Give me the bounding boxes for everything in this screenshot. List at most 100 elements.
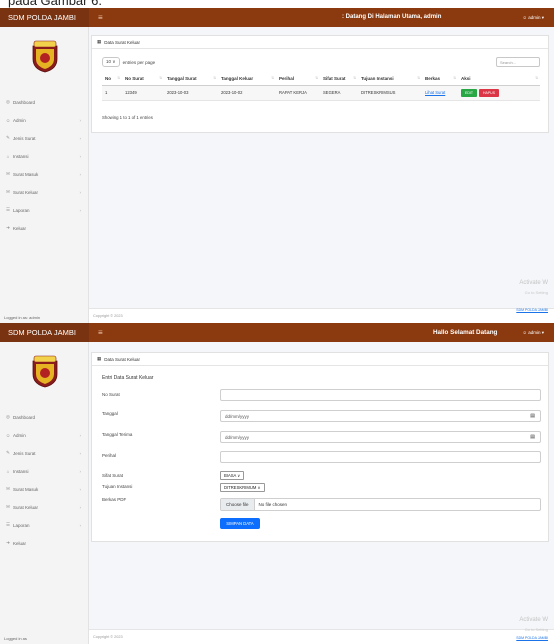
cell-berkas: Lihat Surat bbox=[422, 85, 458, 101]
sidebar-item-keluar[interactable]: ➜ Keluar bbox=[0, 219, 89, 237]
sidebar-item-label: Surat Masuk bbox=[13, 486, 39, 492]
sifat-surat-select[interactable]: BIASA ∨ bbox=[220, 471, 245, 480]
sidebar-item-surat-masuk[interactable]: ✉ Surat Masuk › bbox=[0, 165, 89, 183]
building-icon: ⌂ bbox=[6, 468, 10, 474]
dashboard-icon: ◎ bbox=[6, 99, 10, 104]
column-header[interactable]: Perihal bbox=[276, 73, 320, 86]
chevron-right-icon: › bbox=[79, 522, 82, 528]
no-surat-label: No Surat bbox=[102, 392, 120, 397]
sidebar-item-laporan[interactable]: ☰ Laporan › bbox=[0, 201, 89, 219]
sidebar-item-surat-keluar[interactable]: ✉ Surat Keluar › bbox=[0, 498, 89, 516]
hapus-button[interactable]: HAPUS bbox=[478, 88, 500, 97]
report-icon: ☰ bbox=[5, 207, 11, 212]
calendar-icon[interactable]: ▤ bbox=[530, 432, 535, 443]
outbox-icon: ✉ bbox=[6, 504, 10, 509]
sidebar-item-admin[interactable]: ☺ Admin › bbox=[0, 111, 89, 129]
berkas-pdf-label: Berkas PDF bbox=[102, 497, 127, 502]
inbox-icon: ✉ bbox=[6, 171, 10, 176]
footer: Copyright © 2023 bbox=[89, 629, 554, 644]
form-title: Entri Data Surat Keluar bbox=[102, 375, 154, 381]
cell-aksi: EDIT HAPUS bbox=[458, 85, 540, 101]
perihal-input[interactable] bbox=[220, 451, 541, 463]
sidebar-item-label: Jenis Surat bbox=[13, 450, 36, 456]
table-info: Showing 1 to 1 of 1 entries bbox=[102, 115, 153, 120]
column-header[interactable]: Aksi bbox=[458, 73, 540, 86]
welcome-text: : Datang Di Halaman Utama, admin bbox=[342, 14, 442, 20]
chevron-right-icon: › bbox=[79, 450, 82, 456]
column-header[interactable]: Tanggal Surat bbox=[164, 73, 218, 86]
copyright-text: Copyright © 2023 bbox=[93, 635, 123, 639]
brand-title[interactable]: SDM POLDA JAMBI bbox=[0, 8, 89, 27]
chevron-right-icon: › bbox=[79, 171, 82, 177]
search-input[interactable]: Search... bbox=[496, 57, 540, 67]
activate-windows-subtitle: Go to Setting bbox=[524, 290, 548, 295]
entri-surat-keluar-card: ▦ Data Surat Keluar Entri Data Surat Kelu… bbox=[91, 352, 549, 542]
chevron-right-icon: › bbox=[79, 189, 82, 195]
sidebar-item-dashboard[interactable]: ◎ Dashboard bbox=[0, 93, 89, 111]
sidebar-item-keluar[interactable]: ➜ Keluar bbox=[0, 534, 89, 552]
sidebar-item-laporan[interactable]: ☰ Laporan › bbox=[0, 516, 89, 534]
sidebar-item-instansi[interactable]: ⌂ Instansi › bbox=[0, 147, 89, 165]
sidebar-item-label: Surat Masuk bbox=[13, 171, 39, 177]
chevron-right-icon: › bbox=[79, 468, 82, 474]
tanggal-input[interactable]: dd/mm/yyyy ▤ bbox=[220, 410, 541, 422]
sidebar-item-jenis-surat[interactable]: ✎ Jenis Surat › bbox=[0, 129, 89, 147]
sidebar-menu: ◎ Dashboard ☺ Admin › ✎ Jenis Surat › ⌂ Instan… bbox=[0, 93, 89, 237]
tag-icon: ✎ bbox=[6, 135, 10, 140]
column-header[interactable]: Sifat Surat bbox=[320, 73, 358, 86]
cell-tanggal-keluar: 2023-10-02 bbox=[218, 85, 276, 101]
perihal-label: Perihal bbox=[102, 453, 117, 458]
no-surat-input[interactable] bbox=[220, 389, 541, 401]
sidebar-item-label: Admin bbox=[13, 432, 26, 438]
sidebar-item-jenis-surat[interactable]: ✎ Jenis Surat › bbox=[0, 444, 89, 462]
chevron-right-icon: › bbox=[79, 117, 82, 123]
tanggal-terima-input[interactable]: dd/mm/yyyy ▤ bbox=[220, 431, 541, 443]
sidebar-menu: ◎ Dashboard ☺ Admin › ✎ Jenis Surat › ⌂ Instan… bbox=[0, 408, 89, 552]
watermark-link[interactable]: SDM POLDA JAMBI bbox=[516, 308, 548, 312]
sidebar: ◎ Dashboard ☺ Admin › ✎ Jenis Surat › ⌂ Instan… bbox=[0, 342, 89, 644]
activate-windows-title: Activate W bbox=[519, 280, 548, 286]
sidebar-item-instansi[interactable]: ⌂ Instansi › bbox=[0, 462, 89, 480]
activate-windows-subtitle: Go to Setting bbox=[524, 627, 548, 632]
column-header[interactable]: No Surat bbox=[122, 73, 164, 86]
choose-file-button[interactable]: Choose file bbox=[221, 499, 255, 510]
cell-tujuan: DITRESKRIMSUS bbox=[358, 85, 422, 101]
inbox-icon: ✉ bbox=[6, 486, 10, 491]
berkas-pdf-file-input[interactable]: Choose file No file chosen bbox=[220, 498, 541, 511]
sidebar-item-surat-keluar[interactable]: ✉ Surat Keluar › bbox=[0, 183, 89, 201]
chevron-right-icon: › bbox=[79, 207, 82, 213]
menu-toggle-icon[interactable]: ≡ bbox=[98, 323, 103, 342]
sidebar-item-label: Keluar bbox=[13, 225, 27, 231]
tanggal-terima-label: Tanggal Terima bbox=[102, 432, 133, 437]
calendar-icon[interactable]: ▤ bbox=[530, 411, 535, 422]
tanggal-terima-placeholder: dd/mm/yyyy bbox=[225, 435, 250, 440]
user-menu[interactable]: ☺ admin ▾ bbox=[522, 8, 544, 27]
logged-in-info: Logged in as: admin bbox=[4, 315, 41, 320]
building-icon: ⌂ bbox=[6, 153, 10, 159]
footer: Copyright © 2023 bbox=[89, 308, 554, 323]
logout-icon: ➜ bbox=[6, 225, 10, 230]
screenshot-entri-surat-keluar: SDM POLDA JAMBI ≡ Hallo Selamat Datang ☺… bbox=[0, 323, 554, 644]
column-header[interactable]: Tujuan Instansi bbox=[358, 73, 422, 86]
logged-in-info: Logged in as bbox=[4, 636, 27, 641]
entries-per-page-select[interactable]: 10 ∨ bbox=[102, 57, 120, 67]
column-header[interactable]: Berkas bbox=[422, 73, 458, 86]
table-icon: ▦ bbox=[97, 39, 102, 44]
chevron-right-icon: › bbox=[79, 153, 82, 159]
sidebar-item-dashboard[interactable]: ◎ Dashboard bbox=[0, 408, 89, 426]
lihat-surat-link[interactable]: Lihat Surat bbox=[425, 90, 445, 95]
column-header[interactable]: No bbox=[102, 73, 122, 86]
brand-title[interactable]: SDM POLDA JAMBI bbox=[0, 323, 89, 342]
simpan-data-button[interactable]: SIMPAN DATA bbox=[220, 518, 260, 529]
surat-keluar-table-card: ▦ Data Surat Keluar 10 ∨ entries per page … bbox=[91, 35, 549, 133]
sidebar-item-admin[interactable]: ☺ Admin › bbox=[0, 426, 89, 444]
watermark-link[interactable]: SDM POLDA JAMBI bbox=[516, 636, 548, 640]
sidebar-item-surat-masuk[interactable]: ✉ Surat Masuk › bbox=[0, 480, 89, 498]
tujuan-instansi-select[interactable]: DITRESKRIMUM ∨ bbox=[220, 483, 265, 492]
menu-toggle-icon[interactable]: ≡ bbox=[98, 8, 103, 27]
edit-button[interactable]: EDIT bbox=[461, 88, 477, 97]
cell-no-surat: 12349 bbox=[122, 85, 164, 101]
user-menu[interactable]: ☺ admin ▾ bbox=[522, 323, 544, 342]
column-header[interactable]: Tanggal Keluar bbox=[218, 73, 276, 86]
polda-logo bbox=[32, 355, 58, 388]
